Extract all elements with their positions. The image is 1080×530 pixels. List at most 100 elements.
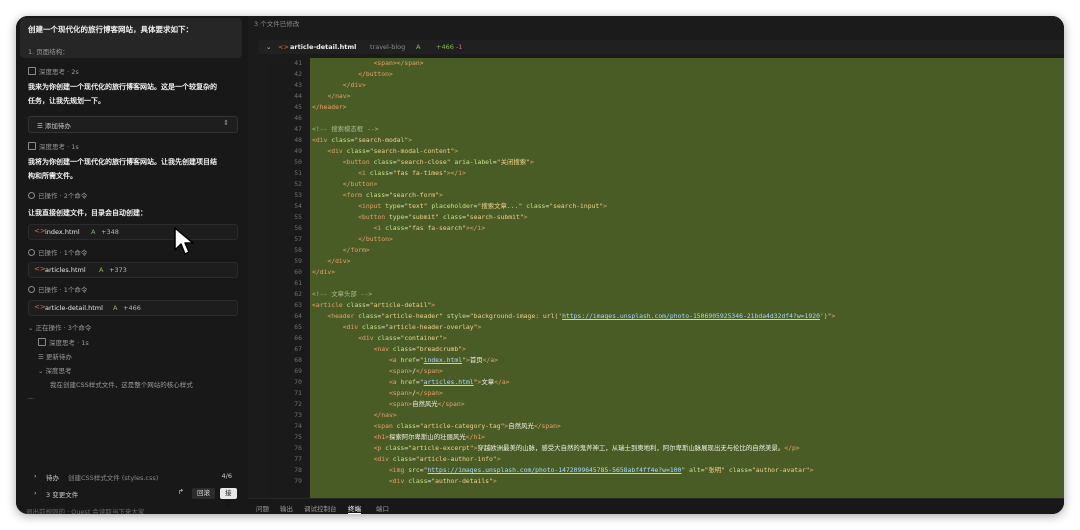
code-line[interactable]: <p class="article-excerpt">穿越欧洲最美的山脉，感受大… [310, 443, 1064, 454]
panel-tab[interactable]: 调试控制台 [304, 503, 337, 513]
code-line[interactable]: <div class="search-modal-content"> [310, 146, 1064, 157]
code-line[interactable]: <span>自然风光</span> [310, 399, 1064, 410]
line-number: 73 [294, 411, 302, 419]
line-number: 66 [294, 334, 302, 342]
line-number: 43 [294, 81, 302, 89]
code-line[interactable]: <span></span> [310, 58, 1064, 69]
code-line[interactable]: <div class="article-header-overlay"> [310, 322, 1064, 333]
line-number: 70 [294, 378, 302, 386]
code-line[interactable]: <h1>探索阿尔卑斯山的壮丽风光</h1> [310, 432, 1064, 443]
line-number: 49 [294, 147, 302, 155]
code-line[interactable]: <form class="search-form"> [310, 190, 1064, 201]
code-line[interactable]: <input type="text" placeholder="搜索文章..."… [310, 201, 1064, 212]
update-todo-row[interactable]: ☰ 更新待办 [38, 351, 72, 361]
done-ops-1[interactable]: 已操作 · 2个命令 [28, 190, 87, 200]
code-line[interactable]: <article class="article-detail"> [310, 300, 1064, 311]
line-number: 54 [294, 202, 302, 210]
done-ops-label: 已操作 · 1个命令 [38, 286, 88, 294]
line-number: 47 [294, 125, 302, 133]
file-name: article-detail.html [45, 304, 103, 312]
todo-row-count: 4/6 [221, 472, 232, 480]
line-number: 41 [294, 59, 302, 67]
chevron-updown-icon: ⇕ [223, 119, 229, 127]
file-chip-articles[interactable]: <> articles.html A +373 [28, 262, 238, 278]
done-ops-3[interactable]: 已操作 · 1个命令 [28, 284, 87, 294]
accept-button[interactable]: 接受 [220, 488, 237, 508]
line-number: 71 [294, 389, 302, 397]
editor-area: 3 个文件已修改 ⌄ <> article-detail.html travel… [248, 16, 1064, 514]
panel-tab[interactable]: 问题 [256, 503, 269, 513]
reply-2: 我将为你创建一个现代化的旅行博客网站。让我先创建项目结 [28, 158, 217, 166]
sub-thinking-row[interactable]: 深度思考 · 1s [38, 337, 89, 347]
code-line[interactable]: <div class="container"> [310, 333, 1064, 344]
code-diff-view[interactable]: <span></span> </button> </div> </nav> </h… [310, 58, 1064, 498]
code-line[interactable]: </div> [310, 256, 1064, 267]
code-line[interactable]: <button type="submit" class="search-subm… [310, 212, 1064, 223]
diff-file-header[interactable]: ⌄ <> article-detail.html travel-blog A +… [258, 40, 1064, 54]
code-line[interactable]: </form> [310, 245, 1064, 256]
panel-tab[interactable]: 终端 [348, 503, 361, 514]
code-line[interactable]: </button> [310, 69, 1064, 80]
in-progress-row[interactable]: ⌄ 正在操作 · 3个命令 [28, 322, 91, 332]
changes-row[interactable]: › 3 变更文件 ↱ 回滚 接受 [28, 487, 237, 508]
file-chip-index[interactable]: <> index.html A +348 [28, 224, 238, 240]
code-line[interactable]: <a href="articles.html">文章</a> [310, 377, 1064, 388]
code-line[interactable]: </button> [310, 179, 1064, 190]
code-line[interactable]: </div> [310, 80, 1064, 91]
code-line[interactable]: <i class="fas fa-times"></i> [310, 168, 1064, 179]
code-line[interactable]: <!-- 搜索模态框 --> [310, 124, 1064, 135]
code-line[interactable]: </div> [310, 267, 1064, 278]
chat-input-hint[interactable]: 退出前规则的 · Quest 会读取当下来大家 [26, 506, 144, 514]
code-line[interactable]: <img src="https://images.unsplash.com/ph… [310, 465, 1064, 476]
user-prompt-sub: 1. 页面结构： [28, 48, 69, 56]
deep-thinking-row[interactable]: ⌄ 深度思考 [38, 365, 72, 375]
thinking-row-2[interactable]: 深度思考 · 1s [28, 141, 79, 151]
deep-thinking-detail: 我在创建CSS样式文件，这是整个网站的核心样式 [50, 381, 193, 389]
code-line[interactable] [310, 113, 1064, 124]
code-line[interactable]: </header> [310, 102, 1064, 113]
diff-file-dir: travel-blog [370, 43, 406, 51]
todo-status-row[interactable]: › 待办 创建CSS样式文件 (styles.css) 4/6 [28, 470, 236, 484]
ide-window: 创建一个现代化的旅行博客网站，具体要求如下： 1. 页面结构： 深度思考 · 2… [16, 16, 1064, 514]
revert-button[interactable]: 回滚 [192, 488, 215, 499]
line-number: 65 [294, 323, 302, 331]
add-todo-button[interactable]: ☰ 添加待办 ⇕ [28, 116, 238, 133]
code-line[interactable]: <i class="fas fa-search"></i> [310, 223, 1064, 234]
check-circle-icon [28, 286, 35, 293]
update-todo-label: 更新待办 [45, 353, 72, 361]
code-line[interactable]: <header class="article-header" style="ba… [310, 311, 1064, 322]
code-line[interactable] [310, 278, 1064, 289]
code-line[interactable]: <span>/</span> [310, 366, 1064, 377]
code-line[interactable]: <span class="article-category-tag">自然风光<… [310, 421, 1064, 432]
code-line[interactable]: <div class="author-details"> [310, 476, 1064, 487]
code-line[interactable]: <div class="search-modal"> [310, 135, 1064, 146]
share-icon[interactable]: ↱ [178, 488, 184, 496]
code-line[interactable]: <a href="index.html">首页</a> [310, 355, 1064, 366]
code-line[interactable]: </nav> [310, 410, 1064, 421]
line-number: 78 [294, 466, 302, 474]
list-icon: ☰ [37, 122, 45, 130]
done-ops-2[interactable]: 已操作 · 1个命令 [28, 247, 87, 257]
line-number: 67 [294, 345, 302, 353]
code-line[interactable]: <span>/</span> [310, 388, 1064, 399]
chevron-right-icon: › [34, 472, 37, 480]
panel-tab[interactable]: 端口 [376, 503, 389, 513]
in-progress-label: 正在操作 · 3个命令 [35, 324, 92, 332]
code-line[interactable]: <!-- 文章头部 --> [310, 289, 1064, 300]
code-line[interactable]: <button class="search-close" aria-label=… [310, 157, 1064, 168]
html-file-icon: <> [278, 43, 289, 51]
code-line[interactable]: </nav> [310, 91, 1064, 102]
file-status: A [99, 266, 104, 274]
reply-2b: 构和所需文件。 [28, 172, 77, 180]
line-number: 79 [294, 477, 302, 485]
line-number: 68 [294, 356, 302, 364]
thinking-row-1[interactable]: 深度思考 · 2s [28, 66, 79, 76]
mouse-cursor-icon [174, 227, 194, 255]
reply-1: 我来为你创建一个现代化的旅行博客网站。这是一个较复杂的 [28, 83, 217, 91]
file-chip-article-detail[interactable]: <> article-detail.html A +466 [28, 300, 238, 316]
user-prompt-box[interactable]: 创建一个现代化的旅行博客网站，具体要求如下： 1. 页面结构： [20, 18, 242, 58]
code-line[interactable]: <div class="article-author-info"> [310, 454, 1064, 465]
panel-tab[interactable]: 输出 [280, 503, 293, 513]
code-line[interactable]: <nav class="breadcrumb"> [310, 344, 1064, 355]
code-line[interactable]: </button> [310, 234, 1064, 245]
